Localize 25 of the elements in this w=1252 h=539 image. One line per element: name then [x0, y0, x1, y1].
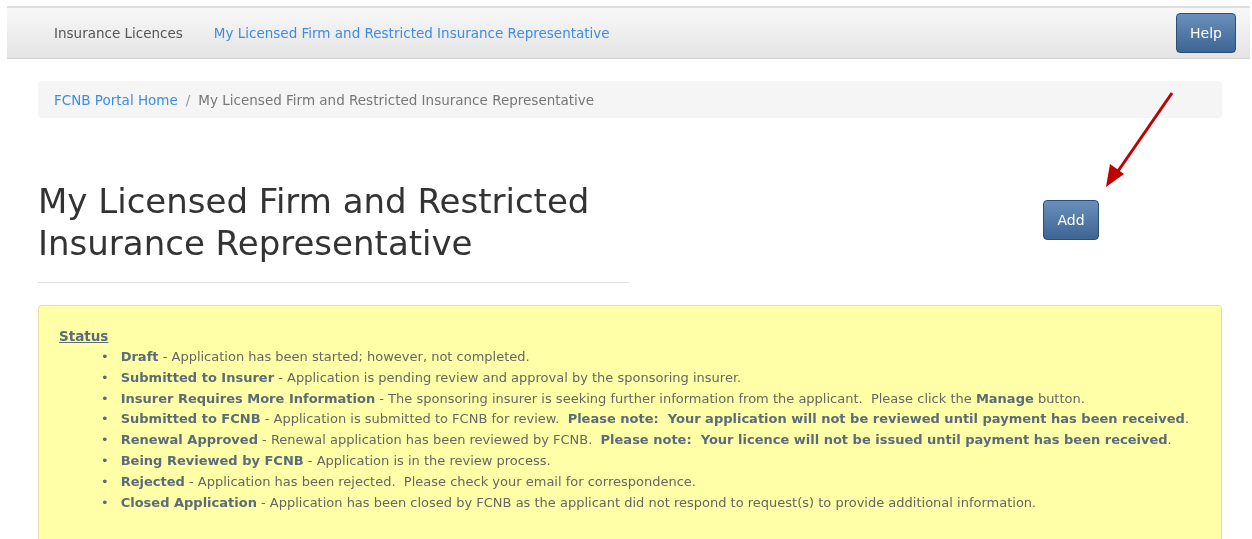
bullet: •: [101, 493, 109, 512]
status-description: Being Reviewed by FCNB - Application is in the review process.: [120, 452, 551, 470]
nav-link[interactable]: Insurance Licences: [54, 25, 183, 41]
bullet: •: [101, 389, 109, 408]
bullet: •: [101, 472, 109, 491]
breadcrumb-current: My Licensed Firm and Restricted Insurance Representative: [198, 91, 595, 108]
breadcrumb-separator: /: [185, 91, 191, 108]
bullet: •: [101, 410, 109, 429]
bullet: •: [101, 368, 109, 387]
status-description: Submitted to FCNB - Application is submitted to FCNB for review. Please note: Your application will not be reviewed until payment has been received.: [120, 410, 1189, 429]
status-description: Draft - Application has been started; however, not completed.: [120, 348, 530, 366]
status-description: Renewal Approved - Renewal application has been reviewed by FCNB. Please note: Your licence will not be issued until payment has been received.: [120, 431, 1172, 450]
breadcrumb-link[interactable]: FCNB Portal Home: [54, 91, 178, 108]
status-description: Insurer Requires More Information - The sponsoring insurer is seeking further information from the applicant. Please click the Manage button.: [120, 389, 1085, 408]
nav-link[interactable]: My Licensed Firm and Restricted Insurance Representative: [213, 25, 610, 41]
bullet: •: [101, 348, 109, 366]
status-description: Closed Application - Application has been closed by FCNB as the applicant did not respond to request(s) to provide additional information.: [120, 493, 1037, 512]
help-button[interactable]: Help: [1176, 13, 1236, 53]
page-title: My Licensed Firm and Restricted Insurance Representative: [38, 180, 591, 264]
status-description: Submitted to Insurer - Application is pending review and approval by the sponsoring insurer.: [120, 368, 742, 387]
add-button[interactable]: Add: [1043, 200, 1099, 240]
status-description: Rejected - Application has been rejected. Please check your email for correspondence.: [120, 472, 696, 491]
status-heading: Status: [59, 328, 109, 344]
bullet: •: [101, 431, 109, 450]
bullet: •: [101, 452, 109, 470]
